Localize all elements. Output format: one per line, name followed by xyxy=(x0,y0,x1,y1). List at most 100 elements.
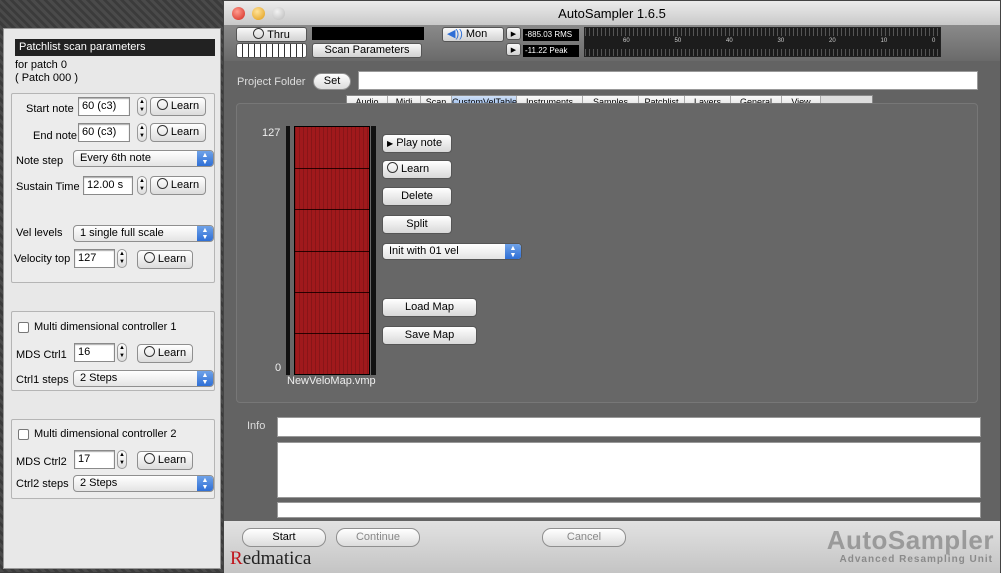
ctrl1-steps-label: Ctrl1 steps xyxy=(16,374,69,386)
end-note-learn-button[interactable]: Learn xyxy=(150,123,206,142)
sustain-time-stepper[interactable]: ▲ ▼ xyxy=(137,176,147,195)
note-step-label: Note step xyxy=(16,155,64,167)
custom-vel-table-panel: 127 0 NewVeloMap.vmp ▶ Play note Learn D… xyxy=(236,103,978,403)
level-scale-tick: 40 xyxy=(726,38,733,44)
toolbar: Thru Scan Parameters ◀)) Mon ▶ ▶ -885.03… xyxy=(224,25,1000,61)
mds-ctrl2-stepper[interactable]: ▲ ▼ xyxy=(117,450,127,469)
mds-ctrl2-learn-button[interactable]: Learn xyxy=(137,451,193,470)
thru-icon xyxy=(253,28,265,39)
end-note-field[interactable]: 60 (c3) xyxy=(78,123,130,142)
monitor-label: Mon xyxy=(465,28,488,40)
continue-button[interactable]: Continue xyxy=(336,528,420,547)
level-scale-tick: 0 xyxy=(932,38,936,44)
panel-title: Patchlist scan parameters xyxy=(15,39,215,56)
end-note-stepper[interactable]: ▲ ▼ xyxy=(137,123,147,142)
redmatica-logo: Redmatica xyxy=(230,548,311,570)
level-meter: 60 50 40 30 20 10 0 xyxy=(584,27,941,57)
level-scale-tick: 50 xyxy=(674,38,682,44)
sustain-time-label: Sustain Time xyxy=(16,181,80,193)
learn-icon xyxy=(156,178,168,189)
select-arrows-icon: ▲ ▼ xyxy=(505,244,521,259)
activity-display xyxy=(312,27,424,40)
learn-icon xyxy=(143,453,155,464)
learn-label: Learn xyxy=(157,253,187,265)
velocity-map[interactable] xyxy=(294,126,370,375)
level-scale-tick: 60 xyxy=(623,38,630,44)
info-label: Info xyxy=(247,420,266,432)
patch-number-label: for patch 0 xyxy=(15,59,67,71)
velocity-map-left-edge xyxy=(286,126,290,375)
init-with-value: Init with 01 vel xyxy=(389,245,459,257)
scan-parameters-panel: Patchlist scan parameters for patch 0 ( … xyxy=(3,28,221,569)
mds-ctrl1-learn-button[interactable]: Learn xyxy=(137,344,193,363)
learn-icon xyxy=(156,99,168,110)
learn-icon xyxy=(143,346,155,357)
note-step-select[interactable]: Every 6th note ▲ ▼ xyxy=(73,150,214,167)
learn-label: Learn xyxy=(170,100,200,112)
velocity-top-learn-button[interactable]: Learn xyxy=(137,250,193,269)
init-with-select[interactable]: Init with 01 vel ▲ ▼ xyxy=(382,243,522,260)
status-field[interactable] xyxy=(277,502,981,518)
logo-initial: R xyxy=(230,548,243,569)
mdc1-label: Multi dimensional controller 1 xyxy=(34,321,177,333)
mds-ctrl2-label: MDS Ctrl2 xyxy=(16,456,67,468)
ctrl1-steps-select[interactable]: 2 Steps ▲ ▼ xyxy=(73,370,214,387)
velocity-top-field[interactable]: 127 xyxy=(74,249,115,268)
title-bar[interactable]: AutoSampler 1.6.5 xyxy=(224,1,1000,25)
vel-levels-label: Vel levels xyxy=(16,227,63,239)
play-peak-button[interactable]: ▶ xyxy=(506,43,521,56)
logo-rest: edmatica xyxy=(242,548,312,569)
level-scale-tick: 20 xyxy=(829,38,836,44)
mdc1-checkbox[interactable] xyxy=(18,322,29,333)
info-text-area[interactable] xyxy=(277,442,981,498)
mds-ctrl1-stepper[interactable]: ▲ ▼ xyxy=(117,343,127,362)
select-arrows-icon: ▲ ▼ xyxy=(197,151,213,166)
start-note-field[interactable]: 60 (c3) xyxy=(78,97,130,116)
note-step-value: Every 6th note xyxy=(80,152,151,164)
start-note-learn-button[interactable]: Learn xyxy=(150,97,206,116)
ctrl2-steps-label: Ctrl2 steps xyxy=(16,478,69,490)
ctrl2-steps-select[interactable]: 2 Steps ▲ ▼ xyxy=(73,475,214,492)
learn-label: Learn xyxy=(157,347,187,359)
delete-button[interactable]: Delete xyxy=(382,187,452,206)
mdc2-checkbox[interactable] xyxy=(18,429,29,440)
split-button[interactable]: Split xyxy=(382,215,452,234)
mdc2-label: Multi dimensional controller 2 xyxy=(34,428,177,440)
load-map-button[interactable]: Load Map xyxy=(382,298,477,317)
sustain-time-field[interactable]: 12.00 s xyxy=(83,176,133,195)
save-map-button[interactable]: Save Map xyxy=(382,326,477,345)
learn-icon xyxy=(387,162,398,173)
project-folder-field[interactable] xyxy=(358,71,978,90)
velocity-learn-button[interactable]: Learn xyxy=(382,160,452,179)
play-note-button[interactable]: ▶ Play note xyxy=(382,134,452,153)
scan-parameters-button[interactable]: Scan Parameters xyxy=(312,43,422,58)
set-folder-button[interactable]: Set xyxy=(313,73,351,90)
info-field[interactable] xyxy=(277,417,981,437)
velocity-top-label: Velocity top xyxy=(14,253,71,265)
select-arrows-icon: ▲ ▼ xyxy=(197,476,213,491)
play-note-label: Play note xyxy=(396,137,443,149)
sustain-learn-button[interactable]: Learn xyxy=(150,176,206,195)
velocity-learn-label: Learn xyxy=(401,163,430,175)
mds-ctrl2-field[interactable]: 17 xyxy=(74,450,115,469)
velocity-top-stepper[interactable]: ▲ ▼ xyxy=(117,249,127,268)
velocity-map-texture xyxy=(295,127,369,374)
velocity-map-right-edge xyxy=(371,126,376,375)
play-rms-button[interactable]: ▶ xyxy=(506,27,521,40)
vel-levels-select[interactable]: 1 single full scale ▲ ▼ xyxy=(73,225,214,242)
mds-ctrl1-field[interactable]: 16 xyxy=(74,343,115,362)
start-note-stepper[interactable]: ▲ ▼ xyxy=(137,97,147,116)
start-button[interactable]: Start xyxy=(242,528,326,547)
select-arrows-icon: ▲ ▼ xyxy=(197,226,213,241)
learn-icon xyxy=(156,125,168,136)
thru-button[interactable]: Thru xyxy=(236,27,307,42)
select-arrows-icon: ▲ ▼ xyxy=(197,371,213,386)
keyboard-icon[interactable] xyxy=(236,43,307,58)
cancel-button[interactable]: Cancel xyxy=(542,528,626,547)
end-note-label: End note xyxy=(33,130,78,142)
project-folder-label: Project Folder xyxy=(237,76,306,88)
monitor-button[interactable]: ◀)) Mon xyxy=(442,27,504,42)
learn-label: Learn xyxy=(157,454,187,466)
learn-label: Learn xyxy=(170,126,200,138)
window-title: AutoSampler 1.6.5 xyxy=(558,6,666,21)
